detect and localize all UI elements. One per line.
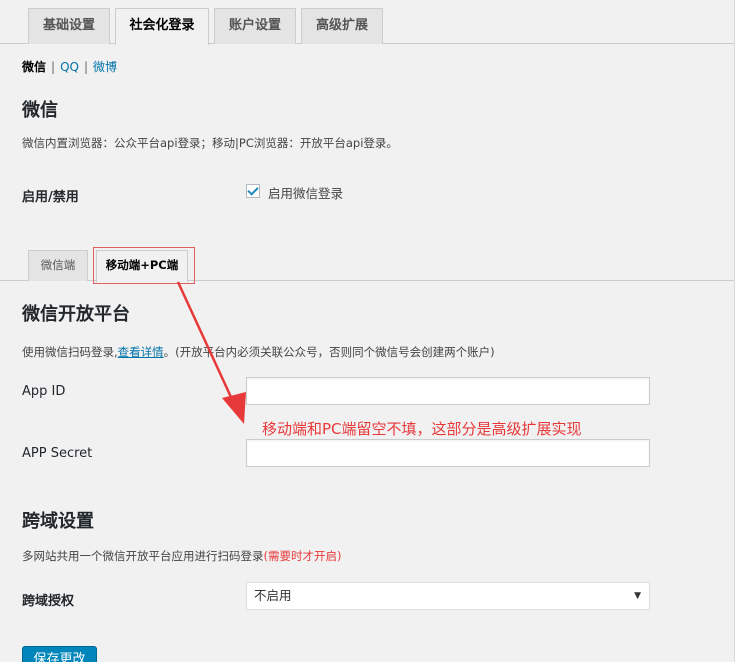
annotation-text: 移动端和PC端留空不填，这部分是高级扩展实现 (262, 420, 582, 438)
crossdomain-auth-select[interactable]: 不启用 ▼ (246, 582, 650, 610)
enable-wechat-checkbox-label[interactable]: 启用微信登录 (268, 183, 343, 202)
open-platform-desc: 使用微信扫码登录,查看详情。(开放平台内必须关联公众号，否则同个微信号会创建两个… (22, 344, 495, 360)
crossdomain-desc-text: 多网站共用一个微信开放平台应用进行扫码登录 (22, 549, 264, 563)
tab-basic-settings[interactable]: 基础设置 (28, 8, 110, 44)
open-platform-title: 微信开放平台 (22, 304, 130, 325)
crossdomain-desc-note: (需要时才开启) (263, 549, 342, 563)
crossdomain-title: 跨域设置 (22, 511, 94, 532)
wechat-section-title: 微信 (22, 100, 58, 121)
tab-advanced-extensions[interactable]: 高级扩展 (301, 8, 383, 44)
app-id-label: App ID (22, 384, 66, 399)
subnav-wechat[interactable]: 微信 (22, 60, 46, 74)
save-changes-button[interactable]: 保存更改 (22, 646, 97, 662)
app-id-input[interactable] (246, 377, 650, 405)
crossdomain-auth-label: 跨域授权 (22, 594, 75, 609)
subnav-weibo-link[interactable]: 微博 (93, 60, 117, 74)
subnav-qq-link[interactable]: QQ (60, 60, 79, 74)
enable-disable-label: 启用/禁用 (22, 190, 79, 205)
right-frame-edge (734, 0, 746, 662)
social-subnav: 微信 | QQ | 微博 (22, 58, 117, 75)
app-secret-label: APP Secret (22, 446, 93, 461)
crossdomain-select-value: 不启用 (254, 588, 292, 603)
crossdomain-desc: 多网站共用一个微信开放平台应用进行扫码登录(需要时才开启) (22, 548, 341, 564)
tab-wechat-client[interactable]: 微信端 (28, 250, 88, 281)
tab-social-login[interactable]: 社会化登录 (115, 8, 209, 45)
wechat-section-desc: 微信内置浏览器：公众平台api登录；移动|PC浏览器：开放平台api登录。 (22, 136, 398, 150)
open-platform-desc-before: 使用微信扫码登录, (22, 345, 118, 359)
open-platform-desc-after: 。(开放平台内必须关联公众号，否则同个微信号会创建两个账户) (163, 345, 495, 359)
subnav-separator: | (83, 60, 88, 74)
enable-wechat-checkbox[interactable] (246, 184, 260, 198)
highlight-box (93, 247, 195, 284)
chevron-down-icon: ▼ (634, 591, 641, 601)
subnav-separator: | (51, 60, 56, 74)
view-details-link[interactable]: 查看详情 (118, 345, 164, 359)
app-secret-input[interactable] (246, 439, 650, 467)
top-tab-bar: 基础设置 社会化登录 账户设置 高级扩展 (0, 0, 734, 45)
tab-account-settings[interactable]: 账户设置 (214, 8, 296, 44)
